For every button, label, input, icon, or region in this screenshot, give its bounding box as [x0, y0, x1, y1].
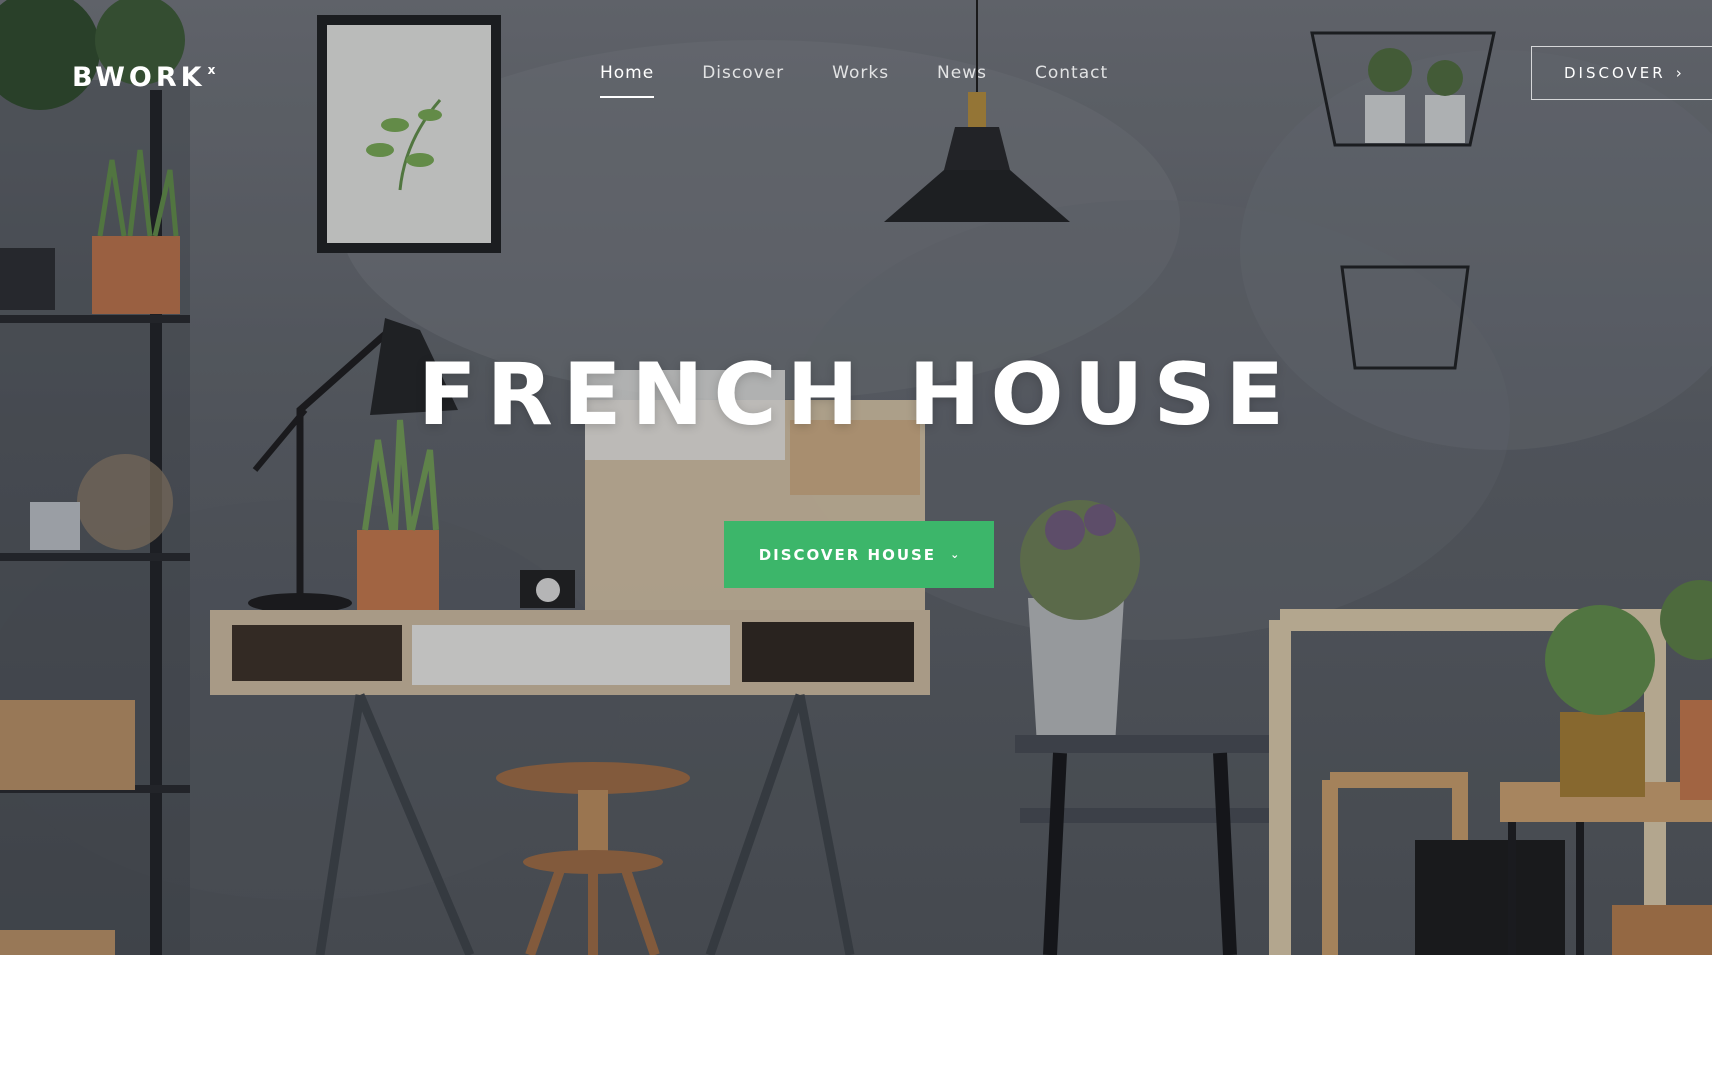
content-area — [0, 955, 1712, 1068]
chevron-down-icon: ⌄ — [950, 548, 960, 561]
discover-house-button[interactable]: DISCOVER HOUSE ⌄ — [724, 521, 994, 588]
header-discover-label: DISCOVER — [1564, 64, 1666, 82]
logo-text: BWORK — [72, 62, 206, 93]
nav-item-news[interactable]: News — [937, 60, 987, 92]
hero-title: FRENCH HOUSE — [417, 345, 1295, 445]
logo[interactable]: BWORK x — [72, 56, 215, 94]
header-discover-button[interactable]: DISCOVER › — [1531, 46, 1712, 100]
nav-item-discover[interactable]: Discover — [702, 60, 784, 92]
nav-item-contact[interactable]: Contact — [1035, 60, 1108, 92]
main-nav: Home Discover Works News Contact — [600, 60, 1156, 98]
hero-section: BWORK x Home Discover Works News Contact … — [0, 0, 1712, 955]
hero-overlay — [0, 0, 1712, 955]
chevron-right-icon: › — [1675, 64, 1682, 82]
nav-item-works[interactable]: Works — [832, 60, 889, 92]
nav-item-home[interactable]: Home — [600, 60, 655, 98]
discover-house-label: DISCOVER HOUSE — [758, 545, 937, 564]
logo-mark: x — [207, 63, 216, 77]
